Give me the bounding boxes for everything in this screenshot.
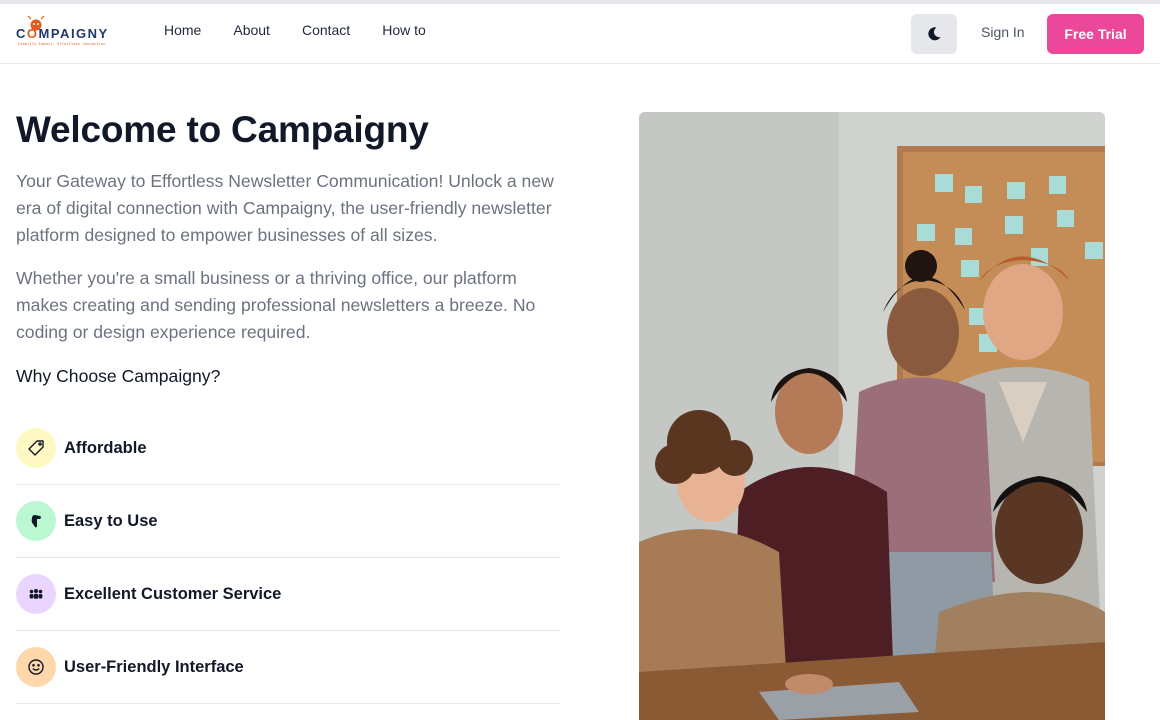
nav-link-how-to[interactable]: How to [382, 22, 426, 38]
price-tag-icon [16, 428, 56, 468]
feature-label: Easy to Use [64, 511, 158, 530]
feature-item-user-friendly: User-Friendly Interface [16, 631, 560, 704]
logo[interactable]: COMPAIGNY Simplify Impact. Effortless Co… [16, 16, 116, 50]
pointer-hand-icon [16, 501, 56, 541]
sign-in-link[interactable]: Sign In [981, 24, 1025, 40]
feature-label: Affordable [64, 438, 147, 457]
navbar: COMPAIGNY Simplify Impact. Effortless Co… [0, 4, 1160, 64]
why-choose-heading: Why Choose Campaigny? [16, 366, 221, 386]
people-group-icon [16, 574, 56, 614]
hero-text: Welcome to Campaigny Your Gateway to Eff… [16, 108, 564, 389]
page-title: Welcome to Campaigny [16, 109, 429, 150]
smiley-face-icon [16, 647, 56, 687]
moon-icon [928, 27, 941, 41]
free-trial-button[interactable]: Free Trial [1047, 14, 1144, 54]
nav-link-contact[interactable]: Contact [302, 22, 350, 38]
feature-item-affordable: Affordable [16, 412, 560, 485]
logo-wordmark: COMPAIGNY [16, 26, 109, 41]
nav-link-about[interactable]: About [233, 22, 270, 38]
dark-mode-toggle-button[interactable] [911, 14, 957, 54]
feature-item-easy-to-use: Easy to Use [16, 485, 560, 558]
nav-link-home[interactable]: Home [164, 22, 201, 38]
feature-list: Affordable Easy to Use Excellent Custome… [16, 412, 560, 704]
main-nav: Home About Contact How to [164, 22, 426, 38]
feature-label: User-Friendly Interface [64, 657, 244, 676]
hero-team-photo [639, 112, 1105, 720]
hero-paragraph-2: Whether you're a small business or a thr… [16, 268, 536, 342]
logo-tagline: Simplify Impact. Effortless Connection [18, 42, 106, 46]
hero-paragraph-1: Your Gateway to Effortless Newsletter Co… [16, 171, 554, 245]
feature-item-customer-service: Excellent Customer Service [16, 558, 560, 631]
feature-label: Excellent Customer Service [64, 584, 282, 603]
